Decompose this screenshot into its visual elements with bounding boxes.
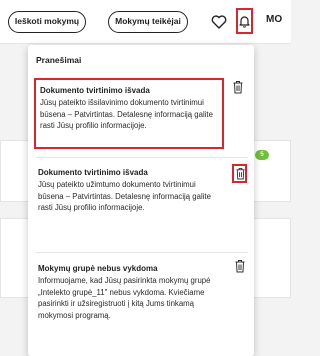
training-providers-button[interactable]: Mokymų teikėjai xyxy=(108,11,188,33)
notifications-bell-button[interactable] xyxy=(236,8,253,34)
divider xyxy=(36,157,248,158)
bell-icon xyxy=(239,16,250,28)
notification-item[interactable]: Dokumento tvirtinimo išvada Jūsų pateikt… xyxy=(34,78,224,149)
notification-title: Dokumento tvirtinimo išvada xyxy=(40,86,150,95)
user-avatar[interactable]: MO xyxy=(266,14,282,25)
notification-body: Jūsų pateikto užimtumo dokumento tvirtin… xyxy=(38,180,211,213)
panel-title: Pranešimai xyxy=(36,55,82,65)
top-navigation-bar: Ieškoti mokymų Mokymų teikėjai MO xyxy=(0,0,291,44)
status-badge: 5 xyxy=(255,150,269,160)
trash-icon[interactable] xyxy=(232,80,244,94)
notifications-panel: Pranešimai Dokumento tvirtinimo išvada J… xyxy=(28,45,254,356)
notification-body: Informuojame, kad Jūsų pasirinkta mokymų… xyxy=(38,276,211,320)
notification-body: Jūsų pateikto išsilavinimo dokumento tvi… xyxy=(40,98,213,131)
notification-item[interactable]: Mokymų grupė nebus vykdoma Informuojame,… xyxy=(36,263,246,321)
notification-title: Dokumento tvirtinimo išvada xyxy=(38,168,148,177)
trash-icon xyxy=(236,168,245,180)
trash-icon[interactable] xyxy=(234,259,246,273)
heart-icon[interactable] xyxy=(210,13,228,31)
search-trainings-button[interactable]: Ieškoti mokymų xyxy=(8,11,86,33)
notification-item[interactable]: Dokumento tvirtinimo išvada Jūsų pateikt… xyxy=(36,167,246,214)
delete-notification-button[interactable] xyxy=(232,164,247,183)
notification-title: Mokymų grupė nebus vykdoma xyxy=(38,264,158,273)
divider xyxy=(36,252,248,253)
